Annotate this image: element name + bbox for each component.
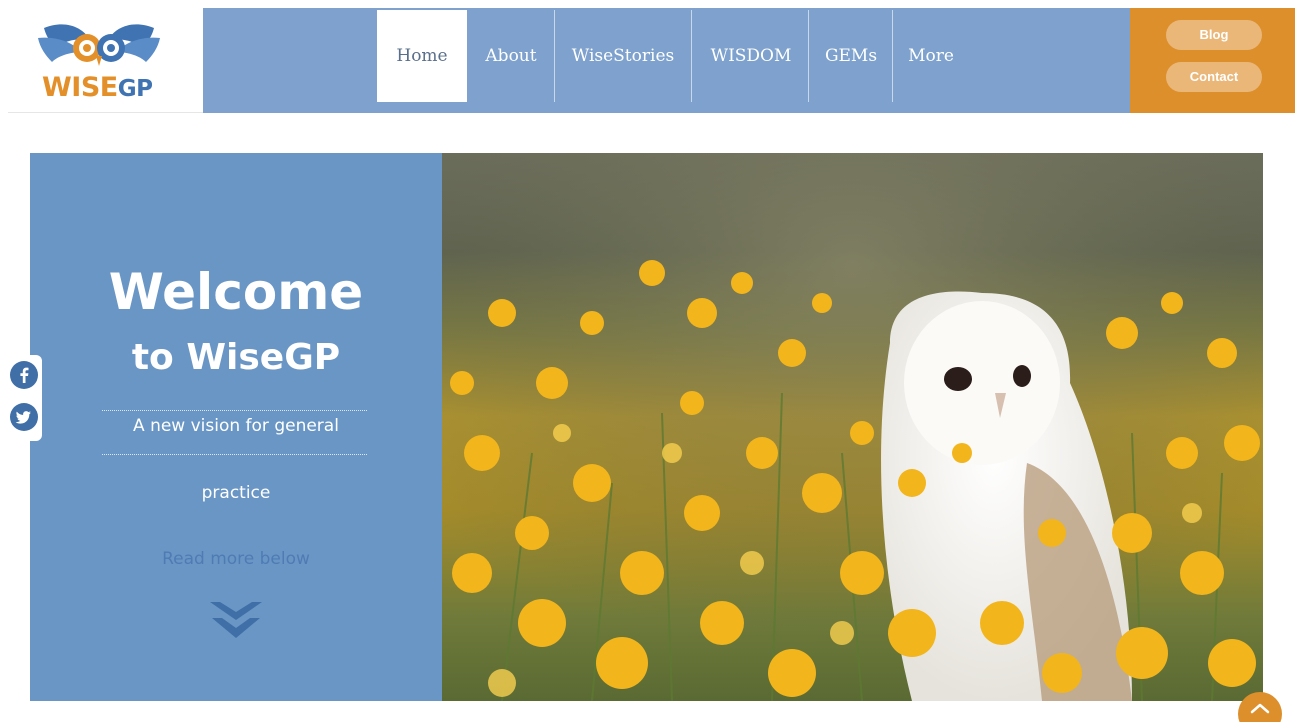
hero-image: [442, 153, 1263, 701]
nav-divider: [554, 10, 555, 102]
social-bar: [8, 355, 42, 441]
owl-in-flower-field-photo: [442, 153, 1263, 701]
nav-divider: [808, 10, 809, 102]
site-header: WISEGP Home About WiseStories WISDOM GEM…: [8, 8, 1295, 113]
nav-wisestories[interactable]: WiseStories: [558, 10, 688, 102]
blog-button[interactable]: Blog: [1166, 20, 1262, 50]
back-to-top-button[interactable]: [1238, 692, 1282, 722]
divider: [102, 454, 367, 455]
nav-divider: [691, 10, 692, 102]
chevron-up-icon: [1250, 703, 1270, 714]
double-chevron-down-icon[interactable]: [208, 598, 264, 646]
nav-home[interactable]: Home: [377, 10, 467, 102]
logo[interactable]: WISEGP: [8, 8, 203, 113]
hero-section: Welcome to WiseGP A new vision for gener…: [30, 153, 1263, 701]
facebook-icon[interactable]: [10, 361, 38, 389]
divider: [102, 410, 367, 411]
owl-wings-logo-icon: [38, 24, 160, 66]
logo-wordmark: WISEGP: [42, 72, 153, 103]
logo-wise-text: WISE: [42, 72, 118, 103]
nav-about[interactable]: About: [471, 10, 551, 102]
logo-gp-text: GP: [117, 76, 153, 102]
nav-gems[interactable]: GEMs: [812, 10, 890, 102]
nav-more[interactable]: More: [896, 10, 966, 102]
hero-subtitle-line2: practice: [201, 483, 271, 503]
nav-divider: [892, 10, 893, 102]
nav-wisdom[interactable]: WISDOM: [695, 10, 807, 102]
main-nav: Home About WiseStories WISDOM GEMs More: [203, 8, 1131, 113]
contact-button[interactable]: Contact: [1166, 62, 1262, 92]
hero-text-panel: Welcome to WiseGP A new vision for gener…: [30, 153, 442, 701]
hero-subtitle: A new vision for general: [133, 416, 339, 436]
read-more-link[interactable]: Read more below: [30, 549, 442, 569]
hero-title-line2: to WiseGP: [131, 337, 341, 378]
hero-title: Welcome: [108, 263, 364, 321]
twitter-icon[interactable]: [10, 403, 38, 431]
cta-panel: Blog Contact: [1130, 8, 1295, 113]
